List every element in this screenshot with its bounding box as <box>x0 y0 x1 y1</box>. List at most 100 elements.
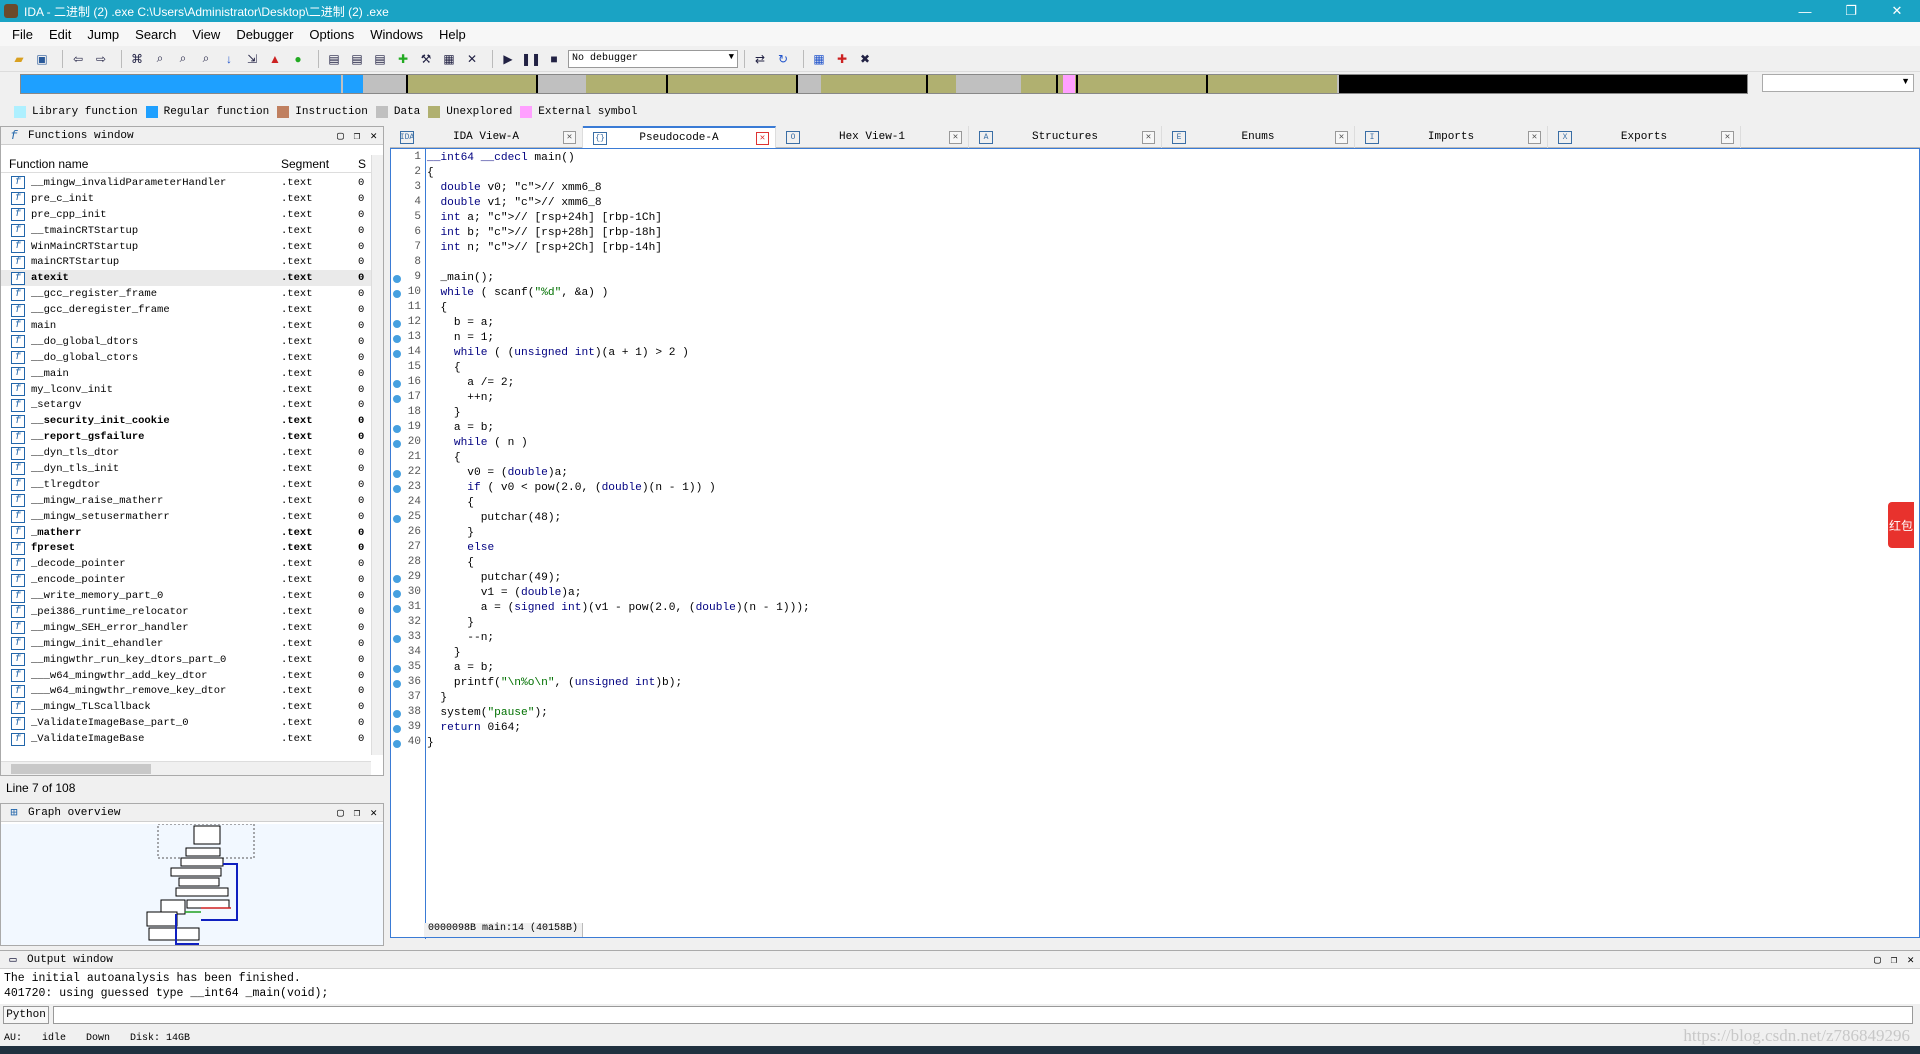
panel-float-icon[interactable]: ❐ <box>1891 953 1898 967</box>
breakpoint-dot-icon[interactable] <box>393 605 401 613</box>
function-row[interactable]: f __security_init_cookie .text 0 <box>1 413 371 429</box>
function-row[interactable]: f _ValidateImageBase_part_0 .text 0 <box>1 715 371 731</box>
code-line[interactable]: } <box>427 691 810 706</box>
breakpoint-dot-icon[interactable] <box>393 575 401 583</box>
struct-icon[interactable]: ▤ <box>371 50 389 68</box>
stop-icon[interactable]: ■ <box>545 50 563 68</box>
tab-structures[interactable]: A Structures ✕ <box>969 126 1162 148</box>
column-segment[interactable]: Segment <box>281 157 329 171</box>
breakpoint-dot-icon[interactable] <box>393 635 401 643</box>
menu-jump[interactable]: Jump <box>79 27 127 42</box>
output-log[interactable]: The initial autoanalysis has been finish… <box>4 971 328 1001</box>
tab-hex-view-1[interactable]: O Hex View-1 ✕ <box>776 126 969 148</box>
function-row[interactable]: f __report_gsfailure .text 0 <box>1 429 371 445</box>
function-row[interactable]: f ___w64_mingwthr_remove_key_dtor .text 0 <box>1 684 371 700</box>
breakpoint-dot-icon[interactable] <box>393 725 401 733</box>
breakpoint-dot-icon[interactable] <box>393 320 401 328</box>
code-line[interactable]: putchar(48); <box>427 511 810 526</box>
menu-windows[interactable]: Windows <box>362 27 431 42</box>
graph-icon[interactable]: ▦ <box>440 50 458 68</box>
panel-restore-icon[interactable]: ▢ <box>1874 953 1881 967</box>
functions-vertical-scrollbar[interactable] <box>371 155 383 755</box>
breakpoint-dot-icon[interactable] <box>393 275 401 283</box>
code-line[interactable]: n = 1; <box>427 331 810 346</box>
tab-imports[interactable]: I Imports ✕ <box>1355 126 1548 148</box>
navigation-band[interactable] <box>20 74 1748 94</box>
code-line[interactable]: { <box>427 496 810 511</box>
forward-arrow-icon[interactable]: ⇨ <box>92 50 110 68</box>
code-line[interactable]: printf("\n%o\n", (unsigned int)b); <box>427 676 810 691</box>
function-row[interactable]: f my_lconv_init .text 0 <box>1 382 371 398</box>
tab-close-icon[interactable]: ✕ <box>563 130 576 144</box>
panel-close-icon[interactable]: ✕ <box>370 806 377 820</box>
function-row[interactable]: f __mingw_setusermatherr .text 0 <box>1 509 371 525</box>
function-row[interactable]: f pre_c_init .text 0 <box>1 191 371 207</box>
function-row[interactable]: f __dyn_tls_dtor .text 0 <box>1 445 371 461</box>
code-line[interactable]: { <box>427 556 810 571</box>
search-bytes-icon[interactable]: ⌕ <box>174 50 192 68</box>
panel-close-icon[interactable]: ✕ <box>1907 953 1914 967</box>
function-row[interactable]: f __mingw_init_ehandler .text 0 <box>1 636 371 652</box>
function-row[interactable]: f _setargv .text 0 <box>1 397 371 413</box>
code-line[interactable]: } <box>427 646 810 661</box>
scrollbar-thumb[interactable] <box>11 764 151 774</box>
debugger-select[interactable]: No debugger ▼ <box>568 49 738 68</box>
function-row[interactable]: f __dyn_tls_init .text 0 <box>1 461 371 477</box>
tools-icon[interactable]: ⚒ <box>417 50 435 68</box>
code-line[interactable]: a /= 2; <box>427 376 810 391</box>
red-envelope-badge[interactable]: 红包 <box>1888 502 1914 548</box>
function-row[interactable]: f _pei386_runtime_relocator .text 0 <box>1 604 371 620</box>
breakpoint-dot-icon[interactable] <box>393 740 401 748</box>
function-row[interactable]: f __mingw_raise_matherr .text 0 <box>1 493 371 509</box>
function-row[interactable]: f __mingwthr_run_key_dtors_part_0 .text 0 <box>1 652 371 668</box>
breakpoint-dot-icon[interactable] <box>393 440 401 448</box>
pause-icon[interactable]: ❚❚ <box>521 50 541 68</box>
code-line[interactable]: double v0; "c">// xmm6_8 <box>427 181 810 196</box>
code-line[interactable]: --n; <box>427 631 810 646</box>
code-line[interactable]: while ( (unsigned int)(a + 1) > 2 ) <box>427 346 810 361</box>
data-icon[interactable]: ▤ <box>348 50 366 68</box>
function-row[interactable]: f ___w64_mingwthr_add_key_dtor .text 0 <box>1 668 371 684</box>
code-line[interactable]: { <box>427 451 810 466</box>
panel-float-icon[interactable]: ❐ <box>354 806 361 820</box>
code-line[interactable]: ++n; <box>427 391 810 406</box>
code-line[interactable]: system("pause"); <box>427 706 810 721</box>
breakpoint-dot-icon[interactable] <box>393 350 401 358</box>
pseudocode-text[interactable]: __int64 __cdecl main(){ double v0; "c">/… <box>427 151 810 751</box>
menu-edit[interactable]: Edit <box>41 27 79 42</box>
code-line[interactable]: { <box>427 301 810 316</box>
menu-help[interactable]: Help <box>431 27 474 42</box>
minimize-button[interactable]: — <box>1782 0 1828 22</box>
run-green-icon[interactable]: ● <box>289 50 307 68</box>
code-line[interactable]: putchar(49); <box>427 571 810 586</box>
tab-ida-view-a[interactable]: IDA IDA View-A ✕ <box>390 126 583 148</box>
breakpoint-dot-icon[interactable] <box>393 380 401 388</box>
tab-pseudocode-a[interactable]: {} Pseudocode-A ✕ <box>583 126 776 148</box>
breakpoint-dot-icon[interactable] <box>393 590 401 598</box>
function-row[interactable]: f __tlregdtor .text 0 <box>1 477 371 493</box>
delete-x-icon[interactable]: ✕ <box>463 50 481 68</box>
function-row[interactable]: f main .text 0 <box>1 318 371 334</box>
menu-debugger[interactable]: Debugger <box>228 27 301 42</box>
menu-search[interactable]: Search <box>127 27 184 42</box>
code-line[interactable]: int n; "c">// [rsp+2Ch] [rbp-14h] <box>427 241 810 256</box>
code-line[interactable]: a = b; <box>427 421 810 436</box>
function-row[interactable]: f mainCRTStartup .text 0 <box>1 254 371 270</box>
tab-close-icon[interactable]: ✕ <box>1721 130 1734 144</box>
function-row[interactable]: f __do_global_dtors .text 0 <box>1 334 371 350</box>
panel-float-icon[interactable]: ❐ <box>354 129 361 143</box>
column-function-name[interactable]: Function name <box>9 157 88 171</box>
code-line[interactable]: int a; "c">// [rsp+24h] [rbp-1Ch] <box>427 211 810 226</box>
code-line[interactable]: while ( scanf("%d", &a) ) <box>427 286 810 301</box>
function-row[interactable]: f _encode_pointer .text 0 <box>1 572 371 588</box>
back-arrow-icon[interactable]: ⇦ <box>69 50 87 68</box>
breakpoint-dot-icon[interactable] <box>393 710 401 718</box>
function-row[interactable]: f _ValidateImageBase .text 0 <box>1 731 371 747</box>
function-row[interactable]: f _matherr .text 0 <box>1 525 371 541</box>
breakpoint-dot-icon[interactable] <box>393 515 401 523</box>
maximize-button[interactable]: ❐ <box>1828 0 1874 22</box>
function-row[interactable]: f _decode_pointer .text 0 <box>1 556 371 572</box>
binoculars-icon[interactable]: ⌘ <box>128 50 146 68</box>
panel-restore-icon[interactable]: ▢ <box>337 129 344 143</box>
function-row[interactable]: f __main .text 0 <box>1 366 371 382</box>
